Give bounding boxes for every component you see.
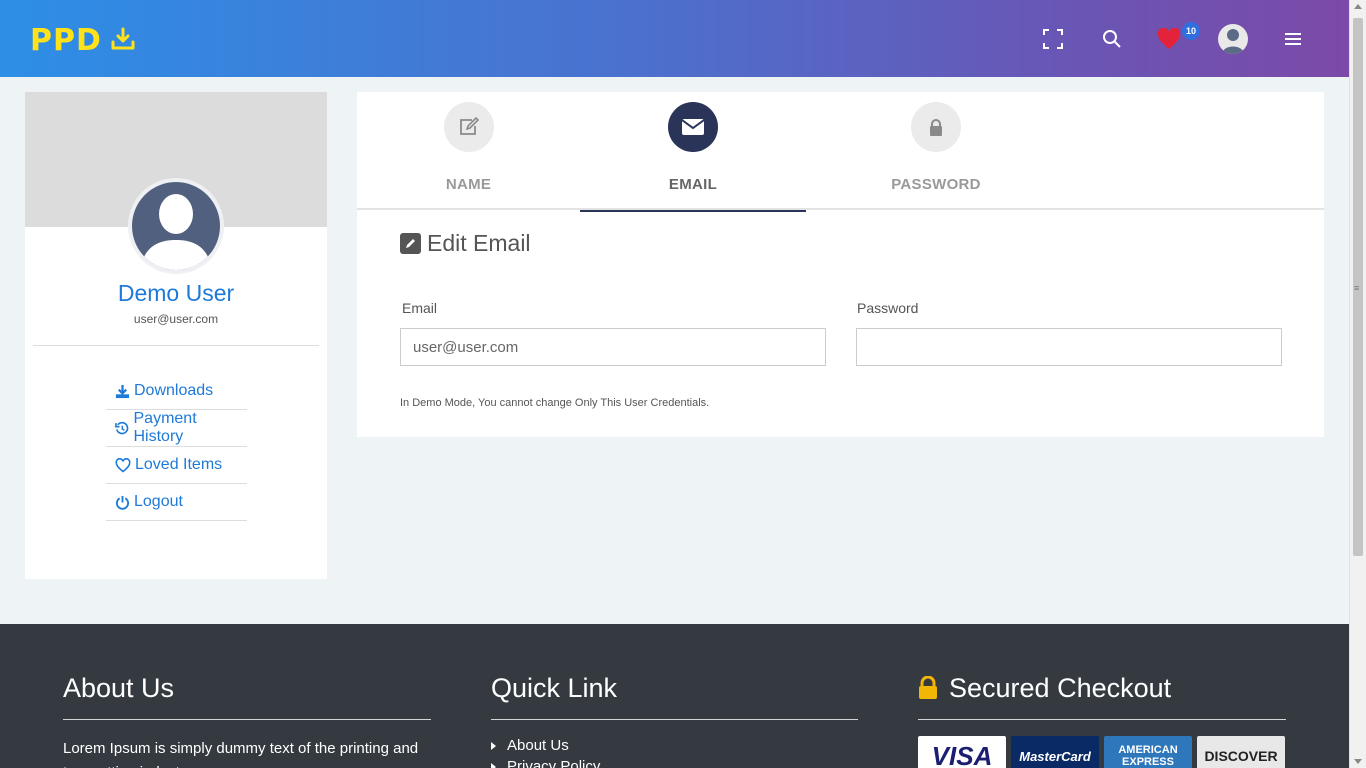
site-logo[interactable]: PPD — [30, 24, 136, 58]
password-field[interactable] — [856, 328, 1282, 366]
footer-divider — [63, 719, 431, 720]
caret-right-icon — [491, 741, 496, 750]
download-icon — [115, 384, 130, 398]
menu-icon[interactable] — [1280, 26, 1306, 52]
payment-cards: VISA MasterCard AMERICAN EXPRESS DISCOVE… — [918, 736, 1286, 768]
menu-item-label: Payment History — [133, 410, 197, 445]
menu-item-label: Logout — [134, 493, 183, 510]
caret-right-icon — [491, 762, 496, 768]
demo-mode-note: In Demo Mode, You cannot change Only Thi… — [400, 397, 710, 409]
discover-card-logo: DISCOVER — [1197, 736, 1285, 768]
email-label: Email — [402, 300, 438, 316]
email-field[interactable] — [400, 328, 826, 366]
lock-icon — [911, 102, 961, 152]
edit-icon — [444, 102, 494, 152]
fullscreen-icon[interactable] — [1040, 26, 1066, 52]
power-icon — [115, 495, 130, 510]
footer-link-label: About Us — [507, 737, 569, 754]
footer-quick-links: Quick Link About Us Privacy Policy — [491, 672, 858, 768]
footer-about-text: Lorem Ipsum is simply dummy text of the … — [63, 740, 419, 768]
account-settings-card: NAME EMAIL PASSWORD Edit Email Email Pas… — [357, 92, 1324, 437]
visa-card-logo: VISA — [918, 736, 1006, 768]
pencil-square-icon — [400, 233, 421, 254]
logo-text: PPD — [30, 23, 102, 58]
footer-divider — [918, 719, 1286, 720]
footer-divider — [491, 719, 858, 720]
envelope-icon — [668, 102, 718, 152]
section-title-text: Edit Email — [427, 230, 531, 256]
profile-name: Demo User — [117, 280, 235, 306]
avatar[interactable] — [1218, 24, 1248, 54]
menu-item-logout[interactable]: Logout — [106, 484, 247, 521]
lock-icon — [919, 676, 937, 699]
profile-divider — [33, 345, 319, 346]
menu-item-downloads[interactable]: Downloads — [106, 373, 247, 410]
footer-quick-link-title: Quick Link — [491, 672, 618, 703]
menu-item-label: Loved Items — [135, 456, 223, 473]
tab-name[interactable]: NAME — [357, 92, 580, 210]
heart-outline-icon — [115, 457, 131, 473]
menu-item-payment-history[interactable]: Payment History — [106, 410, 247, 447]
page-scrollbar[interactable]: ≡ — [1349, 0, 1366, 768]
password-label: Password — [857, 300, 919, 316]
profile-menu: Downloads Payment History Loved Items Lo… — [106, 373, 247, 521]
footer-link-privacy-policy[interactable]: Privacy Policy — [491, 758, 858, 768]
scroll-grip-icon: ≡ — [1354, 283, 1360, 293]
tab-label: NAME — [445, 176, 492, 193]
profile-card: Demo User user@user.com Downloads Paymen… — [25, 92, 327, 579]
tab-email[interactable]: EMAIL — [580, 92, 806, 212]
scroll-down-arrow-icon[interactable] — [1354, 759, 1362, 764]
profile-email: user@user.com — [133, 312, 219, 326]
footer-checkout-title-text: Secured Checkout — [949, 672, 1172, 703]
menu-item-label: Downloads — [134, 382, 214, 399]
download-logo-icon — [110, 26, 136, 57]
footer-about-title: About Us — [63, 672, 175, 703]
active-tab-underline — [580, 210, 806, 212]
menu-item-loved-items[interactable]: Loved Items — [106, 447, 247, 484]
section-title: Edit Email — [400, 230, 531, 257]
tab-label: EMAIL — [668, 176, 718, 193]
profile-avatar — [128, 178, 224, 274]
search-icon[interactable] — [1099, 26, 1125, 52]
heart-icon[interactable] — [1156, 26, 1182, 52]
history-icon — [115, 421, 129, 434]
footer-link-label: Privacy Policy — [507, 758, 601, 768]
amex-logo: AMERICAN EXPRESS — [1104, 736, 1192, 768]
loved-count-badge: 10 — [1182, 22, 1200, 40]
footer-secured-checkout: Secured Checkout VISA MasterCard AMERICA… — [918, 672, 1286, 768]
settings-tabs: NAME EMAIL PASSWORD — [357, 92, 1324, 212]
site-footer: About Us Lorem Ipsum is simply dummy tex… — [0, 624, 1349, 768]
footer-about: About Us Lorem Ipsum is simply dummy tex… — [63, 672, 431, 768]
top-header: PPD 10 — [0, 0, 1349, 77]
footer-checkout-title: Secured Checkout — [918, 672, 1286, 704]
mastercard-logo: MasterCard — [1011, 736, 1099, 768]
footer-link-about-us[interactable]: About Us — [491, 737, 858, 754]
tab-label: PASSWORD — [891, 176, 981, 193]
tab-password[interactable]: PASSWORD — [806, 92, 1066, 210]
scroll-up-arrow-icon[interactable] — [1354, 4, 1362, 9]
